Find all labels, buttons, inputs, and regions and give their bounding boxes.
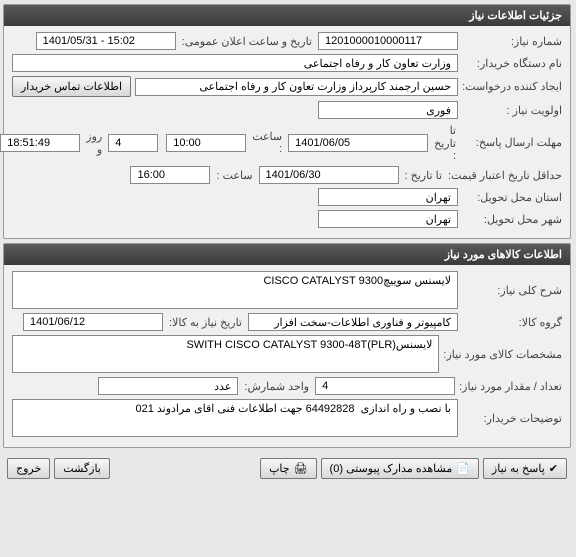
label-response-deadline: مهلت ارسال پاسخ: — [463, 136, 563, 149]
label-price-validity: حداقل تاریخ اعتبار قیمت: — [449, 169, 563, 182]
goods-info-header: اطلاعات کالاهای مورد نیاز — [5, 244, 571, 265]
need-details-panel: جزئیات اطلاعات نیاز شماره نیاز: تاریخ و … — [4, 4, 572, 239]
label-need-number: شماره نیاز: — [463, 35, 563, 48]
buyer-contact-button[interactable]: اطلاعات تماس خریدار — [13, 76, 132, 97]
field-goods-spec[interactable] — [13, 335, 440, 373]
field-buyer-notes[interactable] — [13, 399, 459, 437]
row-priority: اولویت نیاز : — [13, 101, 563, 119]
field-priority[interactable] — [319, 101, 459, 119]
label-need-goods-date: تاریخ نیاز به کالا: — [168, 316, 245, 329]
label-buyer-notes: توضیحات خریدار: — [463, 412, 563, 425]
action-button-bar: ✔ پاسخ به نیاز 📄 مشاهده مدارک پیوستی (0)… — [4, 452, 572, 485]
field-goods-group[interactable] — [249, 313, 459, 331]
field-need-number[interactable] — [319, 32, 459, 50]
field-quantity[interactable] — [316, 377, 456, 395]
field-need-goods-date[interactable] — [24, 313, 164, 331]
row-quantity: تعداد / مقدار مورد نیاز: واحد شمارش: — [13, 377, 563, 395]
field-response-date[interactable] — [289, 134, 429, 152]
respond-button[interactable]: ✔ پاسخ به نیاز — [484, 458, 568, 479]
attachments-button[interactable]: 📄 مشاهده مدارک پیوستی (0) — [322, 458, 480, 479]
row-delivery-city: شهر محل تحویل: — [13, 210, 563, 228]
label-quantity: تعداد / مقدار مورد نیاز: — [460, 380, 563, 393]
print-button[interactable]: 🖨 چاپ — [261, 458, 317, 479]
row-general-desc: شرح کلی نیاز: — [13, 271, 563, 309]
print-button-label: چاپ — [270, 462, 291, 475]
printer-icon: 🖨 — [295, 462, 309, 475]
row-price-validity: حداقل تاریخ اعتبار قیمت: تا تاریخ : ساعت… — [13, 166, 563, 184]
label-goods-group: گروه کالا: — [463, 316, 563, 329]
label-to-date-1: تا تاریخ : — [433, 124, 459, 162]
field-unit[interactable] — [99, 377, 239, 395]
need-details-body: شماره نیاز: تاریخ و ساعت اعلان عمومی: نا… — [5, 26, 571, 238]
label-priority: اولویت نیاز : — [463, 104, 563, 117]
document-icon: 📄 — [457, 462, 471, 475]
need-details-header: جزئیات اطلاعات نیاز — [5, 5, 571, 26]
exit-button[interactable]: خروج — [8, 458, 51, 479]
exit-button-label: خروج — [17, 462, 42, 475]
field-response-time[interactable] — [167, 134, 247, 152]
label-goods-spec: مشخصات کالای مورد نیاز: — [444, 348, 563, 361]
row-goods-spec: مشخصات کالای مورد نیاز: — [13, 335, 563, 373]
label-time-2: ساعت : — [215, 169, 255, 182]
field-remaining-hours[interactable] — [1, 134, 81, 152]
label-days-and: روز و — [85, 130, 105, 156]
row-buyer-org: نام دستگاه خریدار: — [13, 54, 563, 72]
label-delivery-city: شهر محل تحویل: — [463, 213, 563, 226]
button-group-right: ✔ پاسخ به نیاز 📄 مشاهده مدارک پیوستی (0)… — [261, 458, 568, 479]
field-price-validity-date[interactable] — [260, 166, 400, 184]
label-delivery-province: استان محل تحویل: — [463, 191, 563, 204]
respond-button-label: پاسخ به نیاز — [493, 462, 546, 475]
goods-info-panel: اطلاعات کالاهای مورد نیاز شرح کلی نیاز: … — [4, 243, 572, 448]
attachments-button-label: مشاهده مدارک پیوستی (0) — [331, 462, 454, 475]
field-general-desc[interactable] — [13, 271, 459, 309]
row-goods-group: گروه کالا: تاریخ نیاز به کالا: — [13, 313, 563, 331]
back-button-label: بازگشت — [64, 462, 102, 475]
row-response-deadline: مهلت ارسال پاسخ: تا تاریخ : ساعت : روز و… — [13, 123, 563, 162]
label-public-announce: تاریخ و ساعت اعلان عمومی: — [181, 35, 315, 48]
row-buyer-notes: توضیحات خریدار: — [13, 399, 563, 437]
field-requester[interactable] — [136, 78, 459, 96]
label-time-1: ساعت : — [251, 130, 285, 155]
field-delivery-province[interactable] — [319, 188, 459, 206]
label-to-date-2: تا تاریخ : — [404, 169, 445, 182]
label-general-desc: شرح کلی نیاز: — [463, 284, 563, 297]
row-requester: ایجاد کننده درخواست: اطلاعات تماس خریدار — [13, 76, 563, 97]
row-need-number: شماره نیاز: تاریخ و ساعت اعلان عمومی: — [13, 32, 563, 50]
back-button[interactable]: بازگشت — [55, 458, 111, 479]
button-group-left: بازگشت خروج — [8, 458, 111, 479]
field-price-validity-time[interactable] — [131, 166, 211, 184]
label-unit: واحد شمارش: — [243, 380, 312, 393]
label-requester: ایجاد کننده درخواست: — [463, 80, 563, 93]
goods-info-body: شرح کلی نیاز: گروه کالا: تاریخ نیاز به ک… — [5, 265, 571, 447]
field-remaining-days[interactable] — [109, 134, 159, 152]
row-delivery-province: استان محل تحویل: — [13, 188, 563, 206]
field-buyer-org[interactable] — [13, 54, 459, 72]
field-public-announce[interactable] — [37, 32, 177, 50]
label-buyer-org: نام دستگاه خریدار: — [463, 57, 563, 70]
field-delivery-city[interactable] — [319, 210, 459, 228]
check-icon: ✔ — [550, 462, 559, 475]
